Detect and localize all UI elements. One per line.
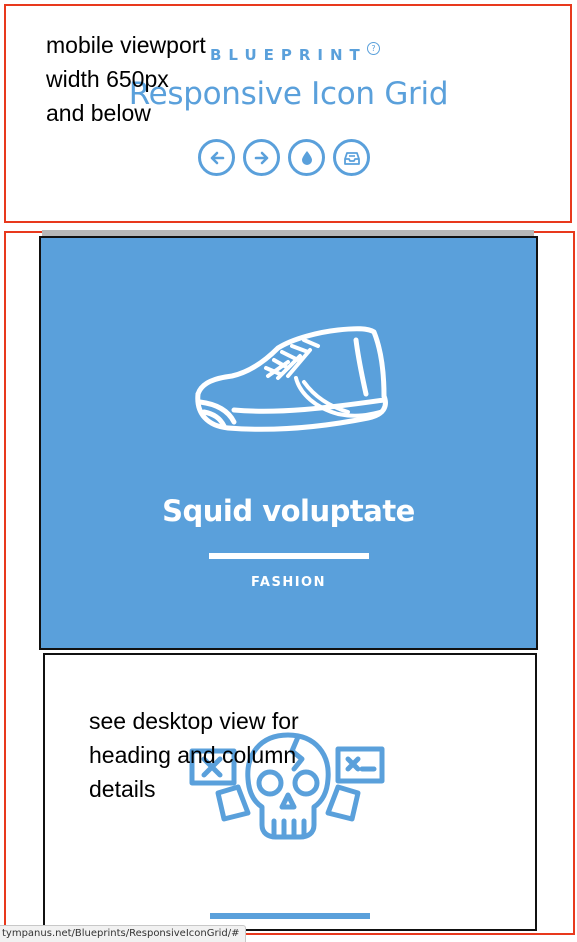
inbox-button[interactable]: [333, 139, 370, 176]
sneaker-icon: [195, 326, 388, 432]
grid-item-card[interactable]: Squid voluptate FASHION: [39, 236, 538, 650]
blueprint-logo[interactable]: BLUEPRINT: [210, 46, 367, 64]
desktop-view-annotation: see desktop view for heading and column …: [89, 708, 299, 802]
card-divider: [209, 553, 369, 559]
inbox-icon: [343, 151, 360, 165]
status-bar-url: tympanus.net/Blueprints/ResponsiveIconGr…: [0, 925, 247, 942]
drop-icon: [301, 150, 312, 165]
help-icon[interactable]: ?: [367, 42, 380, 55]
next-button[interactable]: [243, 139, 280, 176]
arrow-left-icon: [210, 151, 224, 164]
mobile-viewport-annotation: mobile viewport width 650px and below: [46, 32, 206, 126]
previous-button[interactable]: [198, 139, 235, 176]
card-divider: [210, 913, 370, 919]
card-title: Squid voluptate: [162, 494, 415, 528]
arrow-right-icon: [254, 151, 268, 164]
card-category: FASHION: [251, 575, 326, 590]
header-nav: [198, 139, 370, 176]
drop-button[interactable]: [288, 139, 325, 176]
